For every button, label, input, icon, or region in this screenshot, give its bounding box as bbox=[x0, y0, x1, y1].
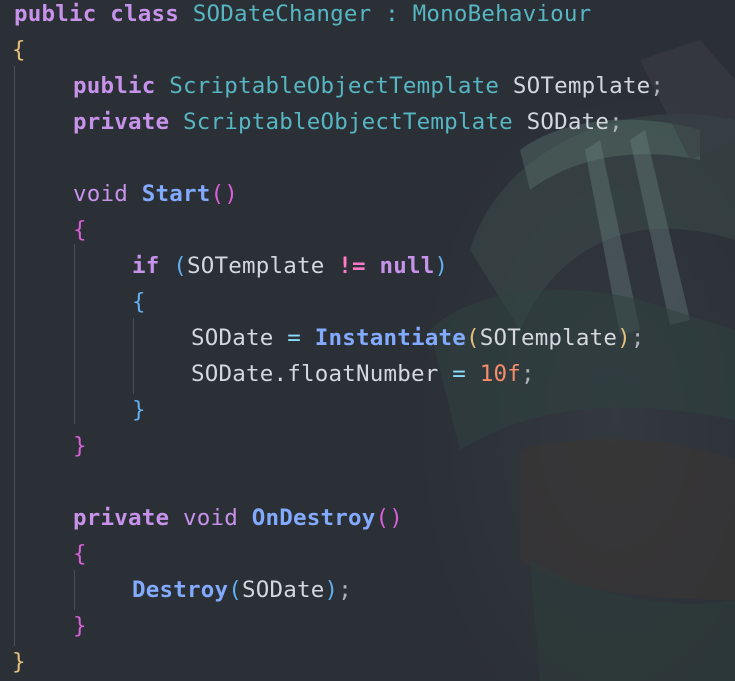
code-line-19: } bbox=[12, 644, 26, 680]
operator-assign: = bbox=[452, 361, 466, 387]
code-line-9: { bbox=[132, 284, 146, 320]
method-name: Start bbox=[141, 181, 211, 207]
code-line-17: Destroy(SODate); bbox=[132, 572, 352, 608]
code-editor[interactable]: public class SODateChanger : MonoBehavio… bbox=[0, 0, 735, 681]
keyword-public: public bbox=[14, 1, 97, 27]
code-line-11: SODate.floatNumber = 10f; bbox=[191, 356, 535, 392]
type-name: ScriptableObjectTemplate bbox=[182, 109, 513, 135]
code-line-3: public ScriptableObjectTemplate SOTempla… bbox=[73, 68, 664, 104]
code-line-10: SODate = Instantiate(SOTemplate); bbox=[191, 320, 645, 356]
method-call: Destroy bbox=[132, 577, 229, 603]
close-paren: ) bbox=[434, 253, 449, 279]
type-name: ScriptableObjectTemplate bbox=[169, 73, 500, 99]
identifier: SODate bbox=[191, 325, 274, 351]
code-line-13: } bbox=[73, 428, 87, 464]
code-line-8: if (SOTemplate != null) bbox=[132, 248, 448, 284]
indent-guide bbox=[14, 66, 15, 646]
code-line-2: { bbox=[12, 32, 26, 68]
code-line-7: { bbox=[73, 212, 87, 248]
code-line-16: { bbox=[73, 536, 87, 572]
close-paren: ) bbox=[324, 577, 339, 603]
code-line-6: void Start() bbox=[73, 176, 238, 212]
method-name: OnDestroy bbox=[251, 505, 376, 531]
number-literal: 10f bbox=[479, 361, 521, 387]
open-brace: { bbox=[12, 37, 26, 63]
parentheses: () bbox=[210, 181, 238, 207]
dot: . bbox=[273, 361, 288, 387]
indent-guide bbox=[74, 570, 75, 610]
field-name: SOTemplate bbox=[512, 73, 651, 99]
colon: : bbox=[385, 1, 399, 27]
open-paren: ( bbox=[228, 577, 242, 603]
code-line-4: private ScriptableObjectTemplate SODate; bbox=[73, 104, 623, 140]
argument: SODate bbox=[241, 577, 325, 603]
close-brace: } bbox=[12, 649, 26, 675]
method-call: Instantiate bbox=[314, 325, 466, 351]
close-paren: ) bbox=[617, 325, 631, 351]
keyword-null: null bbox=[379, 253, 435, 279]
code-line-18: } bbox=[73, 608, 87, 644]
close-brace: } bbox=[73, 433, 87, 459]
semicolon: ; bbox=[520, 361, 535, 387]
close-brace: } bbox=[73, 613, 87, 639]
open-brace: { bbox=[73, 217, 87, 243]
keyword-private: private bbox=[73, 505, 170, 531]
class-name: SODateChanger bbox=[192, 1, 372, 27]
semicolon: ; bbox=[630, 325, 645, 351]
base-class-name: MonoBehaviour bbox=[412, 1, 592, 27]
keyword-public: public bbox=[73, 73, 156, 99]
field-name: floatNumber bbox=[287, 361, 439, 387]
close-brace: } bbox=[132, 397, 146, 423]
keyword-class: class bbox=[110, 1, 179, 27]
semicolon: ; bbox=[650, 73, 665, 99]
keyword-if: if bbox=[132, 253, 160, 279]
indent-guide bbox=[74, 244, 75, 424]
open-brace: { bbox=[73, 541, 87, 567]
identifier: SOTemplate bbox=[187, 253, 325, 279]
open-paren: ( bbox=[173, 253, 187, 279]
semicolon: ; bbox=[338, 577, 352, 603]
operator-assign: = bbox=[287, 325, 301, 351]
field-name: SODate bbox=[526, 109, 610, 135]
open-brace: { bbox=[132, 289, 146, 315]
parentheses: () bbox=[375, 505, 403, 531]
indent-guide bbox=[133, 318, 134, 394]
semicolon: ; bbox=[609, 109, 623, 135]
code-line-12: } bbox=[132, 392, 146, 428]
code-line-15: private void OnDestroy() bbox=[73, 500, 403, 536]
keyword-void: void bbox=[182, 505, 238, 531]
operator-not-equal: != bbox=[338, 253, 366, 279]
argument: SOTemplate bbox=[479, 325, 618, 351]
keyword-private: private bbox=[73, 109, 170, 135]
keyword-void: void bbox=[73, 181, 128, 207]
identifier: SODate bbox=[191, 361, 274, 387]
open-paren: ( bbox=[465, 325, 480, 351]
code-line-1: public class SODateChanger : MonoBehavio… bbox=[14, 0, 591, 32]
